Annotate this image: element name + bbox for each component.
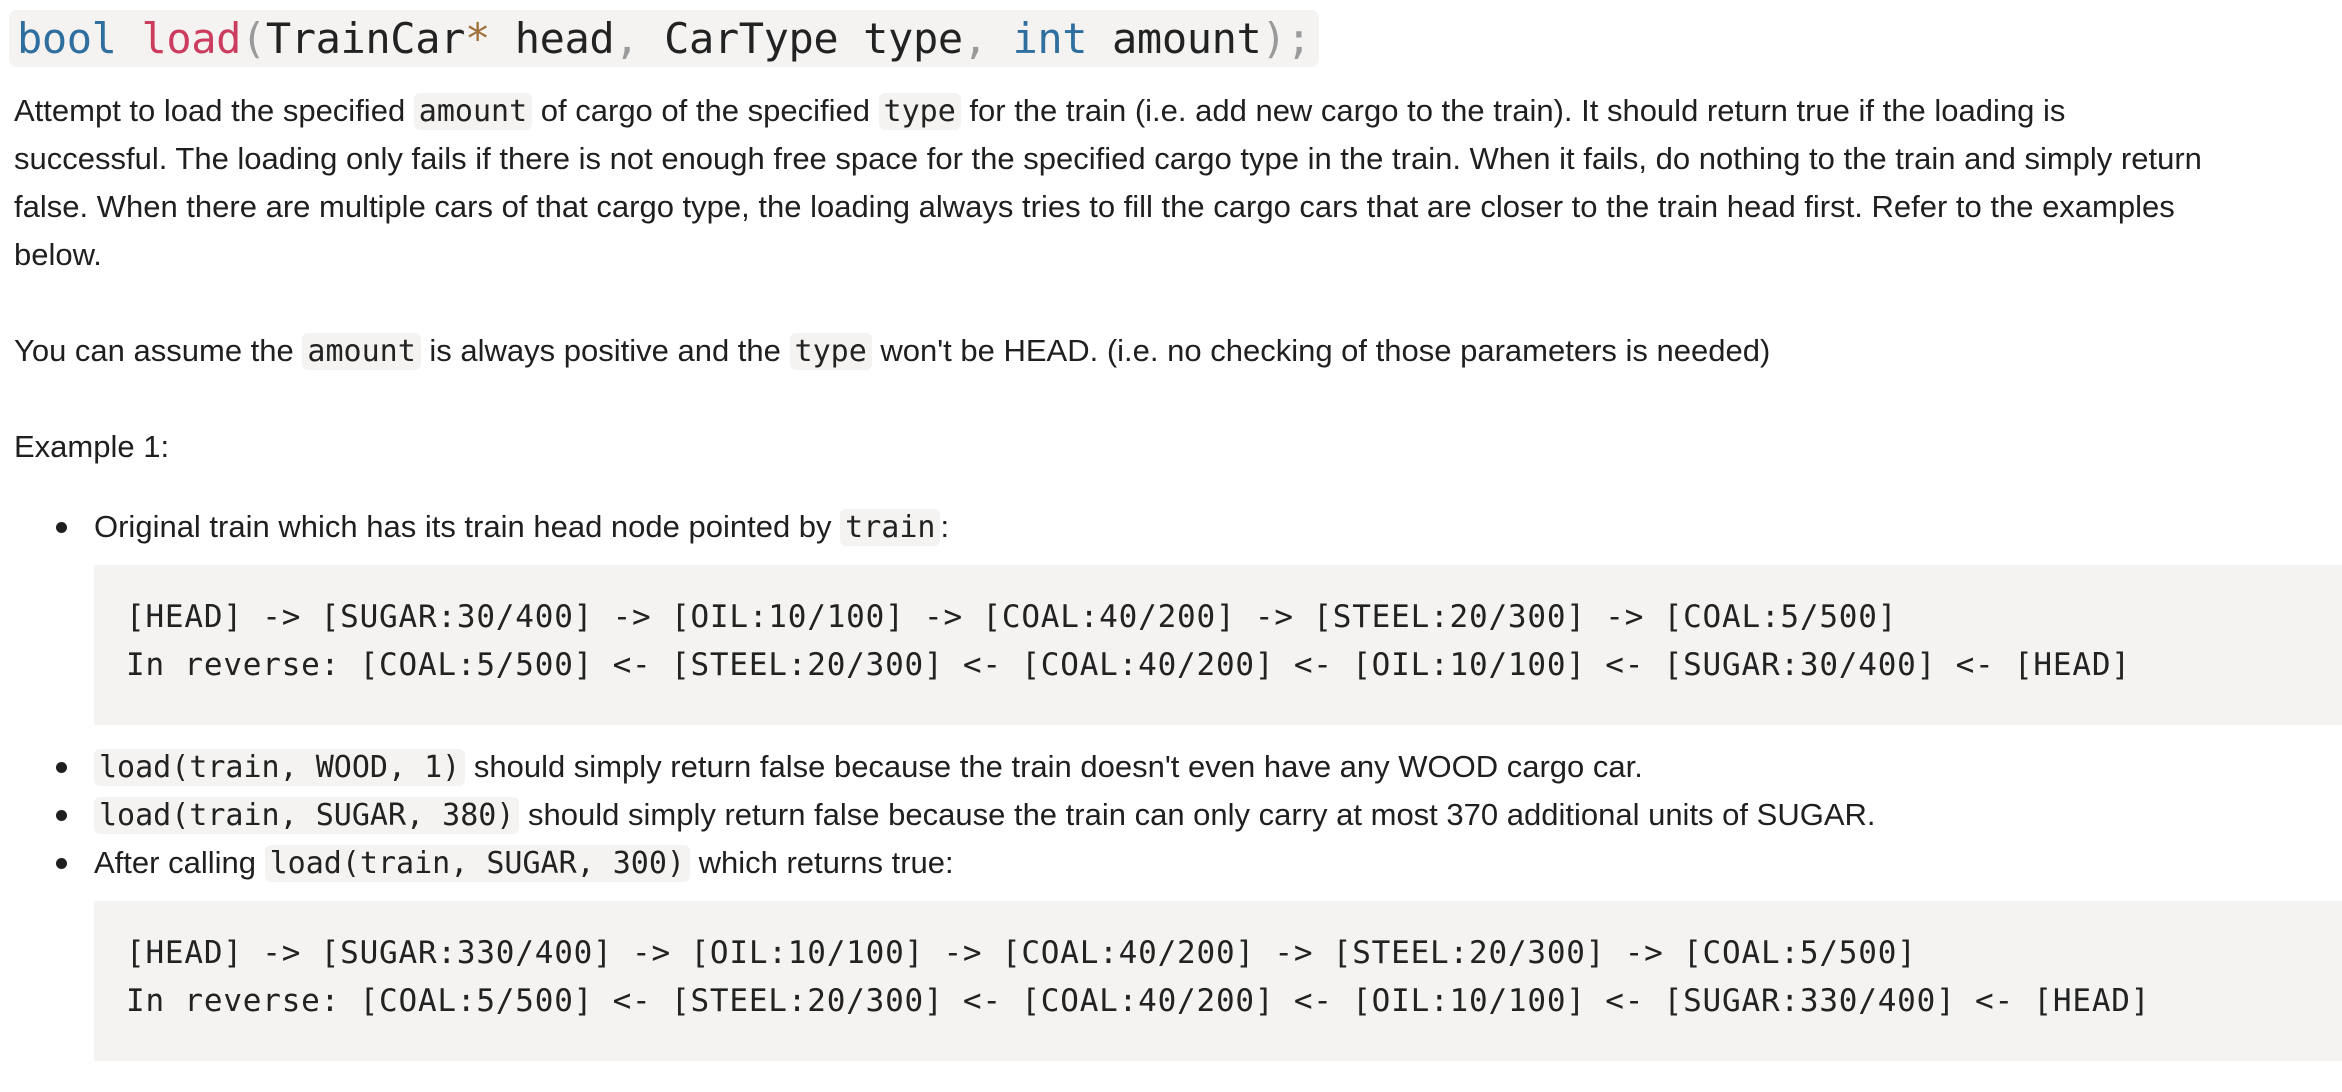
function-signature: bool load(TrainCar* head, CarType type, … [9,10,1320,67]
inline-code-type: type [789,333,872,370]
inline-code-load-sugar-300: load(train, SUGAR, 300) [264,845,690,882]
description-line-4: below. [14,237,102,272]
code-block-original: [HEAD] -> [SUGAR:30/400] -> [OIL:10/100]… [94,565,2342,725]
code-line-reverse: In reverse: [COAL:5/500] <- [STEEL:20/30… [126,647,2131,683]
text-span: Original train which has its train head … [94,509,841,544]
text-span: You can assume the [14,333,303,368]
param3-name: amount [1087,14,1262,63]
text-span: which returns true: [690,845,954,880]
open-paren: ( [240,14,266,63]
inline-code-type: type [878,93,961,130]
bullet-dot [56,810,67,821]
assumption-paragraph: You can assume the amount is always posi… [14,327,1770,376]
code-block-after-load: [HEAD] -> [SUGAR:330/400] -> [OIL:10/100… [94,901,2342,1061]
text-span: of cargo of the specified [532,93,879,128]
param2-type: CarType [639,14,839,63]
description-line-2: successful. The loading only fails if th… [14,141,2202,176]
list-item-after-load: After calling load(train, SUGAR, 300) wh… [94,839,954,888]
function-name: load [141,14,241,63]
bullet-dot [56,858,67,869]
text-span: After calling [94,845,265,880]
text-span: : [940,509,950,544]
comma-1: , [614,14,640,63]
list-item-original-train: Original train which has its train head … [94,503,949,552]
inline-code-load-sugar-380: load(train, SUGAR, 380) [94,797,520,834]
inline-code-load-wood: load(train, WOOD, 1) [94,749,466,786]
text-span: Attempt to load the specified [14,93,414,128]
param1-type: TrainCar [265,14,465,63]
param2-name: type [838,14,963,63]
code-line-forward: [HEAD] -> [SUGAR:330/400] -> [OIL:10/100… [126,935,1917,971]
code-line-reverse: In reverse: [COAL:5/500] <- [STEEL:20/30… [126,983,2151,1019]
inline-code-amount: amount [302,333,421,370]
text-span: won't be HEAD. (i.e. no checking of thos… [871,333,1771,368]
return-type: bool [17,14,117,63]
description-line-1: Attempt to load the specified amount of … [14,87,2065,136]
inline-code-amount: amount [413,93,533,130]
inline-code-train: train [840,509,941,546]
example-title: Example 1: [14,429,170,464]
comma-2: , [962,14,988,63]
close-paren: ); [1261,14,1312,63]
param1-name: head [489,14,615,63]
text-span: should simply return false because the t… [465,749,1643,784]
text-span: should simply return false because the t… [519,797,1876,832]
param3-type: int [987,14,1088,63]
code-line-forward: [HEAD] -> [SUGAR:30/400] -> [OIL:10/100]… [126,599,1898,635]
list-item-load-wood: load(train, WOOD, 1) should simply retur… [94,743,1643,792]
text-span: for the train (i.e. add new cargo to the… [960,93,2066,128]
list-item-load-sugar-380: load(train, SUGAR, 380) should simply re… [94,791,1876,840]
description-line-3: false. When there are multiple cars of t… [14,189,2175,224]
bullet-dot [56,522,67,533]
text-span: is always positive and the [420,333,790,368]
document-page: bool load(TrainCar* head, CarType type, … [0,0,2342,1092]
pointer-star: * [464,14,490,63]
bullet-dot [56,762,67,773]
